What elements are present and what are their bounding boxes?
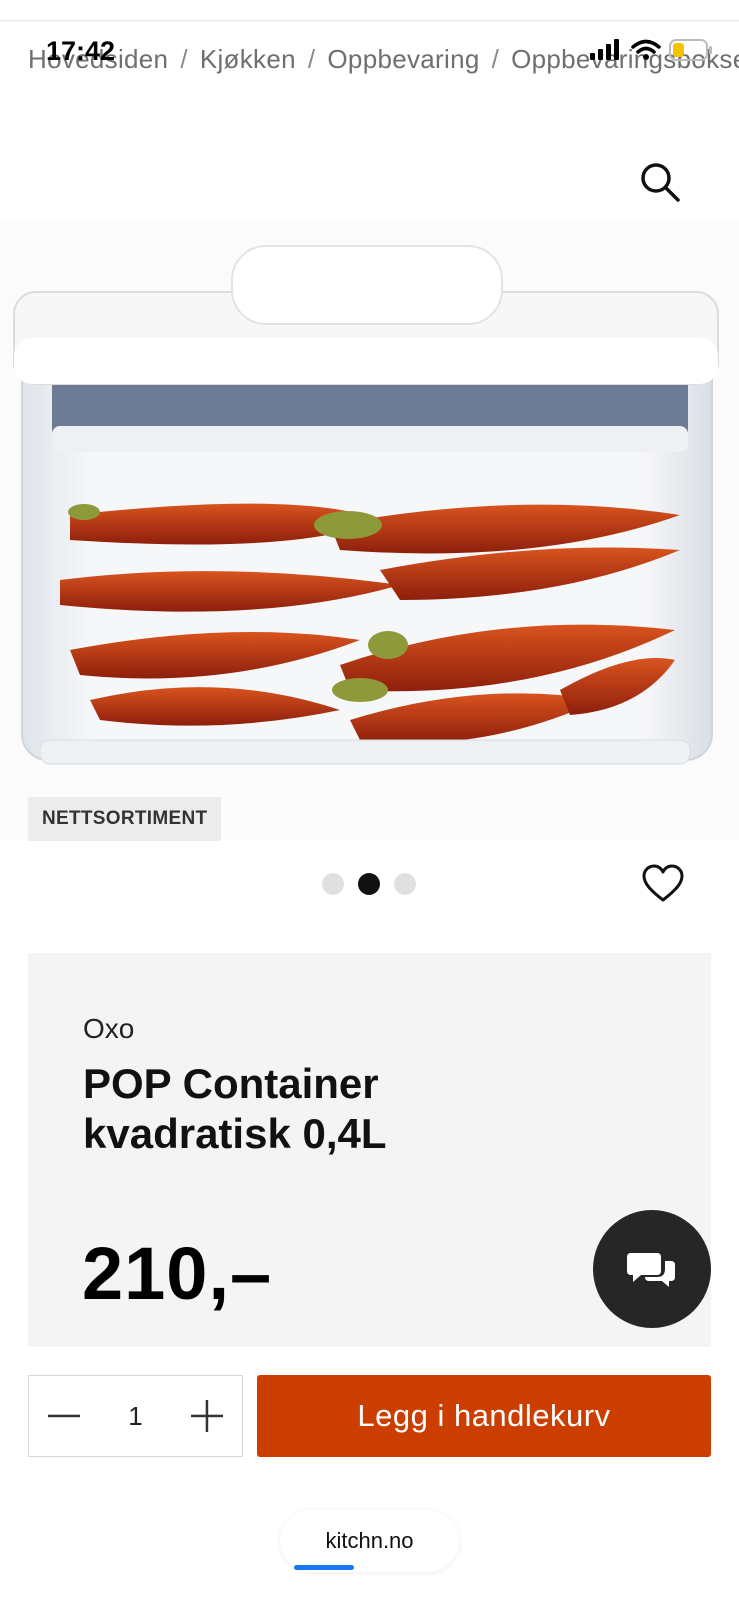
quantity-stepper: 1 <box>28 1375 243 1457</box>
product-price: 210,– <box>82 1232 273 1315</box>
carousel-indicator <box>322 873 416 895</box>
carousel-dot-active[interactable] <box>358 873 380 895</box>
url-text: kitchn.no <box>325 1528 414 1553</box>
search-icon <box>641 163 680 202</box>
wifi-icon <box>631 39 661 60</box>
status-badge: NETTSORTIMENT <box>28 797 222 841</box>
quantity-value[interactable]: 1 <box>128 1401 142 1432</box>
favorite-button[interactable] <box>642 864 684 904</box>
product-title: POP Container kvadratisk 0,4L <box>83 1060 387 1157</box>
status-icons <box>589 38 713 62</box>
signal-icon <box>590 39 619 60</box>
product-image[interactable] <box>0 220 739 840</box>
breadcrumb-separator: / <box>307 44 316 74</box>
chat-button[interactable] <box>593 1210 711 1328</box>
plus-icon <box>191 1400 223 1432</box>
decrease-quantity-button[interactable] <box>29 1376 99 1456</box>
increase-quantity-button[interactable] <box>172 1376 242 1456</box>
chat-icon <box>627 1253 675 1287</box>
page-load-progress <box>294 1565 354 1570</box>
breadcrumb-separator: / <box>180 44 188 74</box>
product-photo <box>13 245 719 765</box>
add-to-cart-button[interactable]: Legg i handlekurv <box>257 1375 711 1457</box>
minus-icon <box>48 1414 80 1418</box>
breadcrumb-separator: / <box>491 44 500 74</box>
breadcrumb-item-kitchen[interactable]: Kjøkken <box>200 44 296 74</box>
battery-icon <box>669 39 712 61</box>
carousel-dot[interactable] <box>322 873 344 895</box>
url-bar[interactable]: kitchn.no <box>280 1510 459 1572</box>
status-time: 17:42 <box>46 36 116 66</box>
carousel-dot[interactable] <box>394 873 416 895</box>
breadcrumb-item-storage[interactable]: Oppbevaring <box>327 44 479 74</box>
top-divider <box>0 20 739 21</box>
search-button[interactable] <box>636 158 684 206</box>
heart-icon <box>642 864 684 902</box>
product-brand[interactable]: Oxo <box>83 1013 134 1045</box>
